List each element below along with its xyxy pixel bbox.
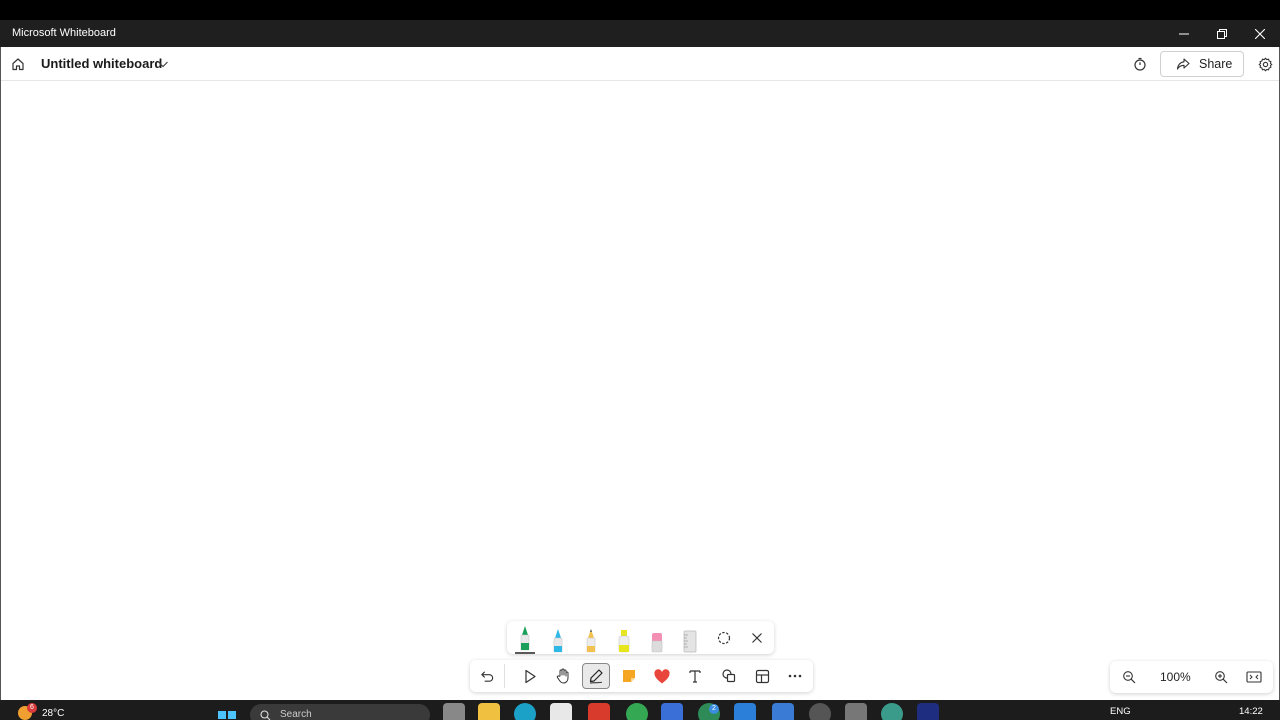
share-button[interactable]: Share bbox=[1160, 51, 1244, 77]
clock-time[interactable]: 14:22 bbox=[1239, 706, 1263, 717]
zoom-controls: 100% bbox=[1110, 661, 1273, 693]
settings-button[interactable] bbox=[1254, 53, 1276, 75]
ruler-icon bbox=[683, 630, 697, 653]
pen-tray bbox=[507, 621, 774, 654]
home-icon bbox=[12, 58, 24, 71]
start-button[interactable] bbox=[217, 703, 239, 720]
toolbar-divider bbox=[504, 664, 505, 688]
azure-icon[interactable] bbox=[661, 703, 683, 720]
close-icon bbox=[1255, 28, 1265, 39]
text-icon bbox=[689, 670, 701, 683]
edge-browser-icon[interactable] bbox=[514, 703, 536, 720]
yellow-pencil-button[interactable] bbox=[575, 621, 607, 654]
templates-icon bbox=[755, 669, 769, 683]
share-label: Share bbox=[1199, 57, 1233, 71]
lasso-icon bbox=[717, 631, 731, 644]
eraser-button[interactable] bbox=[641, 621, 673, 654]
inking-tool-button[interactable] bbox=[582, 663, 610, 689]
taskbar-search[interactable]: Search bbox=[250, 704, 430, 720]
zoom-in-icon bbox=[1215, 671, 1228, 684]
notification-badge: 2 bbox=[709, 704, 719, 714]
search-placeholder: Search bbox=[280, 709, 312, 720]
whatsapp-icon[interactable]: 2 bbox=[698, 703, 720, 720]
close-icon bbox=[752, 632, 762, 643]
settings-app-icon[interactable] bbox=[845, 703, 867, 720]
more-options-button[interactable] bbox=[781, 663, 809, 689]
task-view-icon[interactable] bbox=[443, 703, 465, 720]
pen-icon bbox=[589, 669, 603, 684]
board-title[interactable]: Untitled whiteboard bbox=[41, 56, 162, 71]
lasso-select-button[interactable] bbox=[708, 621, 740, 654]
pencil-icon bbox=[586, 629, 596, 653]
shapes-icon bbox=[722, 669, 736, 683]
weather-sun-icon: 6 bbox=[18, 703, 37, 720]
zoom-out-button[interactable] bbox=[1115, 664, 1143, 690]
timer-icon bbox=[1134, 57, 1146, 71]
search-icon bbox=[260, 710, 271, 720]
close-button[interactable] bbox=[1241, 20, 1279, 47]
title-bar: Microsoft Whiteboard bbox=[0, 20, 1280, 47]
ruler-button[interactable] bbox=[674, 621, 706, 654]
timer-button[interactable] bbox=[1129, 53, 1151, 75]
taskbar: 6 28°C Search 2 ENG 14:22 bbox=[0, 700, 1280, 720]
main-toolbar bbox=[470, 660, 813, 692]
green-pen-button[interactable] bbox=[509, 621, 541, 654]
hand-icon bbox=[556, 668, 569, 684]
sticky-note-icon bbox=[623, 670, 635, 682]
text-tool-button[interactable] bbox=[681, 663, 709, 689]
weather-widget[interactable]: 6 28°C bbox=[18, 703, 65, 720]
undo-button[interactable] bbox=[473, 663, 501, 689]
eraser-icon bbox=[651, 633, 663, 653]
zoom-out-icon bbox=[1123, 671, 1136, 684]
file-explorer-icon[interactable] bbox=[478, 703, 500, 720]
shapes-button[interactable] bbox=[715, 663, 743, 689]
highlighter-icon bbox=[618, 630, 630, 653]
more-icon bbox=[788, 674, 802, 678]
app-icon[interactable] bbox=[772, 703, 794, 720]
recorder-icon[interactable] bbox=[809, 703, 831, 720]
select-tool-button[interactable] bbox=[516, 663, 544, 689]
zoom-level: 100% bbox=[1160, 670, 1191, 684]
minimize-button[interactable] bbox=[1165, 20, 1203, 47]
windows-icon bbox=[218, 711, 236, 719]
fit-to-screen-button[interactable] bbox=[1240, 664, 1268, 690]
zoom-in-button[interactable] bbox=[1207, 664, 1235, 690]
globe-app-icon[interactable] bbox=[881, 703, 903, 720]
chrome-icon[interactable] bbox=[626, 703, 648, 720]
heart-icon bbox=[654, 668, 670, 683]
templates-button[interactable] bbox=[748, 663, 776, 689]
minimize-icon bbox=[1179, 33, 1189, 34]
undo-icon bbox=[480, 670, 493, 682]
whiteboard-window: Untitled whiteboard Share 100% bbox=[0, 47, 1280, 700]
screen-top-border bbox=[0, 0, 1280, 20]
weather-badge: 6 bbox=[27, 703, 37, 713]
sticky-note-button[interactable] bbox=[615, 663, 643, 689]
office-icon[interactable] bbox=[588, 703, 610, 720]
store-icon[interactable] bbox=[550, 703, 572, 720]
blue-pen-button[interactable] bbox=[542, 621, 574, 654]
home-button[interactable] bbox=[7, 53, 29, 75]
restore-icon bbox=[1217, 28, 1227, 39]
reactions-button[interactable] bbox=[648, 663, 676, 689]
chevron-down-icon[interactable] bbox=[156, 57, 170, 71]
highlighter-button[interactable] bbox=[608, 621, 640, 654]
whiteboard-taskbar-icon[interactable] bbox=[917, 703, 939, 720]
close-pen-tray-button[interactable] bbox=[741, 621, 773, 654]
temperature: 28°C bbox=[42, 707, 65, 719]
pan-tool-button[interactable] bbox=[549, 663, 577, 689]
gear-icon bbox=[1258, 57, 1272, 71]
share-icon bbox=[1176, 57, 1190, 70]
cursor-icon bbox=[525, 669, 536, 683]
whiteboard-canvas[interactable] bbox=[1, 82, 1279, 700]
fit-screen-icon bbox=[1246, 671, 1262, 683]
blue-pen-icon bbox=[553, 629, 563, 653]
app-header: Untitled whiteboard Share bbox=[1, 47, 1279, 81]
green-pen-icon bbox=[515, 626, 535, 654]
language-indicator[interactable]: ENG bbox=[1110, 706, 1131, 717]
app-title: Microsoft Whiteboard bbox=[12, 27, 116, 39]
vscode-icon[interactable] bbox=[734, 703, 756, 720]
restore-button[interactable] bbox=[1203, 20, 1241, 47]
